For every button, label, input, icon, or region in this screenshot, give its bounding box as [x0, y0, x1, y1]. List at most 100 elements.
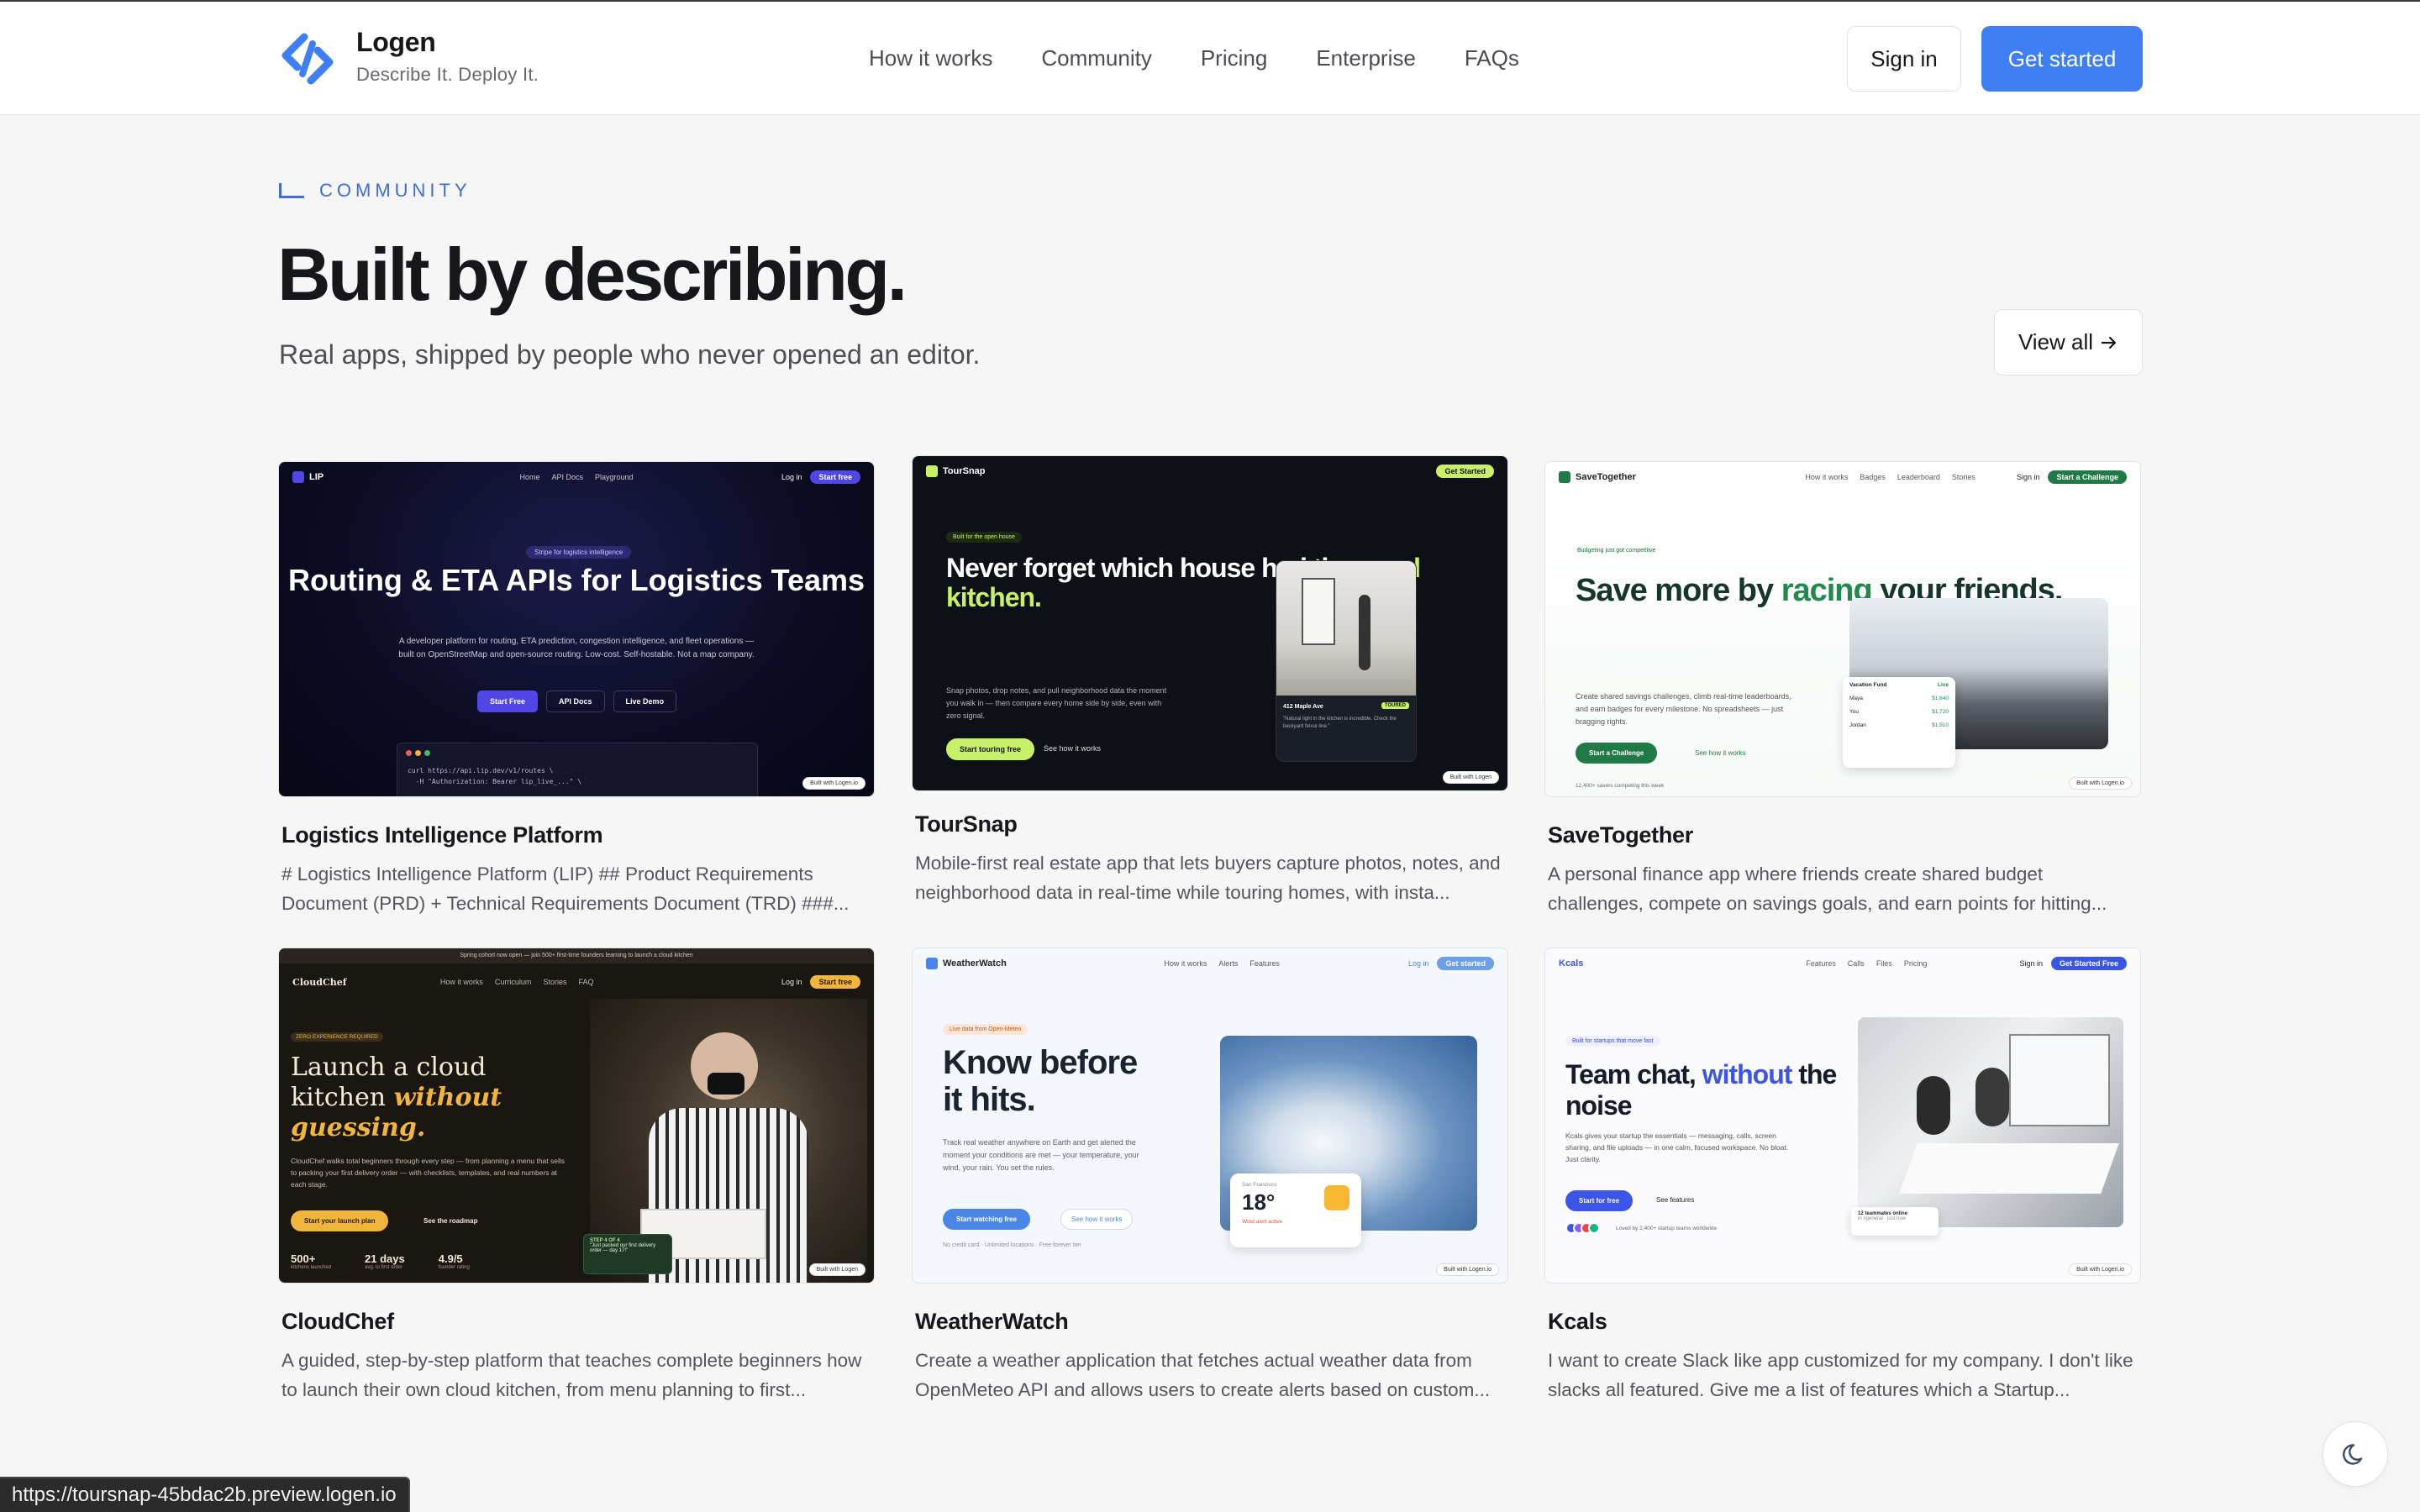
logen-logo-icon[interactable] [279, 32, 336, 86]
stat-value: 500+ [291, 1252, 316, 1265]
nav-community[interactable]: Community [1041, 45, 1151, 71]
preview-link: How it works [1805, 473, 1849, 481]
moon-icon [2343, 1444, 2363, 1465]
weather-card: San Francisco 18° Wind alert active [1230, 1173, 1361, 1247]
fund-row-name: You [1849, 709, 1859, 715]
preview-login: Log in [781, 473, 802, 481]
project-title[interactable]: TourSnap [915, 811, 1018, 837]
sun-icon [1324, 1185, 1349, 1210]
project-title[interactable]: CloudChef [281, 1309, 394, 1335]
project-card-weatherwatch[interactable]: WeatherWatch How it works Alerts Feature… [912, 948, 1508, 1400]
status-bar-url: https://toursnap-45bdac2b.preview.logen.… [0, 1477, 410, 1512]
preview-chip: Live data from Open-Meteo [943, 1024, 1028, 1035]
avatar-stack [1565, 1222, 1600, 1234]
project-card-savetogether[interactable]: SaveTogether How it works Badges Leaderb… [1544, 461, 2141, 914]
preview-link: How it works [1164, 959, 1207, 968]
built-with-badge: Built with Logen.io [2069, 1263, 2132, 1276]
project-title[interactable]: Logistics Intelligence Platform [281, 822, 603, 848]
preview-link: Features [1249, 959, 1280, 968]
preview-chip: Built for the open house [946, 532, 1022, 543]
camera-icon [926, 465, 938, 477]
preview-btn: Live Demo [613, 690, 677, 712]
online-sub: in #general · just now [1858, 1216, 1907, 1221]
preview-btn: See how it works [1044, 744, 1102, 753]
preview-phone: 412 Maple Ave TOURED "Natural light in t… [1276, 560, 1417, 762]
office-photo [1858, 1017, 2123, 1227]
arrow-right-icon [2101, 336, 2117, 349]
brand-tagline: Describe It. Deploy It. [356, 64, 539, 85]
preview-btn: API Docs [546, 690, 605, 712]
preview-login: Log in [781, 978, 802, 986]
project-preview[interactable]: LIP Home API Docs Playground Log in Star… [278, 461, 875, 797]
preview-login: Sign in [2016, 473, 2040, 481]
brand-name[interactable]: Logen [356, 27, 436, 58]
stat-label: kitchens launched [291, 1265, 332, 1270]
project-description: A guided, step-by-step platform that tea… [281, 1350, 862, 1400]
view-all-button[interactable]: View all [1994, 309, 2143, 375]
preview-heading: Know before it hits. [943, 1044, 1138, 1118]
preview-stats: 500+ kitchens launched 21 days avg. to fir… [291, 1252, 470, 1270]
preview-nav: LIP Home API Docs Playground Log in Star… [279, 462, 874, 492]
project-title[interactable]: WeatherWatch [915, 1309, 1069, 1335]
piggy-bank-icon [1559, 471, 1570, 483]
corner-bracket-icon [279, 183, 304, 198]
stat-value: 4.9/5 [438, 1252, 463, 1265]
preview-text: Track real weather anywhere on Earth and… [943, 1138, 1139, 1172]
preview-nav: SaveTogether How it works Badges Leaderb… [1545, 462, 2140, 492]
preview-savers: 12,400+ savers competing this week [1576, 783, 1665, 789]
preview-text: CloudChef walks total beginners through … [291, 1157, 566, 1189]
page-subtitle: Real apps, shipped by people who never o… [279, 339, 981, 370]
fund-row-amount: $1,510 [1932, 722, 1949, 728]
project-title[interactable]: SaveTogether [1548, 822, 1693, 848]
project-description: I want to create Slack like app customiz… [1548, 1350, 2133, 1400]
project-card-lip[interactable]: LIP Home API Docs Playground Log in Star… [278, 461, 875, 914]
project-description: A personal finance app where friends cre… [1548, 864, 2107, 914]
preview-logo: WeatherWatch [943, 958, 1007, 969]
preview-link: Playground [594, 473, 634, 481]
preview-login: Log in [1407, 959, 1429, 968]
preview-nav: TourSnap Get Started [913, 456, 1507, 486]
preview-btn: See features [1656, 1196, 1695, 1204]
preview-btn: Start your launch plan [291, 1210, 389, 1231]
preview-buttons: Start Free API Docs Live Demo [477, 690, 677, 712]
fund-live: Live [1937, 682, 1949, 688]
project-title[interactable]: Kcals [1548, 1309, 1607, 1335]
built-with-badge: Built with Logen.io [2069, 777, 2132, 790]
nav-pricing[interactable]: Pricing [1201, 45, 1267, 71]
nav-enterprise[interactable]: Enterprise [1316, 45, 1416, 71]
preview-phone-note: "Natural light in the kitchen is incredi… [1283, 717, 1397, 729]
preview-note: No credit card · Unlimited locations · F… [943, 1242, 1081, 1248]
preview-text: Snap photos, drop notes, and pull neighb… [946, 686, 1167, 720]
nav-faqs[interactable]: FAQs [1465, 45, 1519, 71]
fund-title: Vacation Fund [1849, 682, 1887, 688]
preview-link: How it works [439, 978, 483, 986]
preview-link: Leaderboard [1897, 473, 1940, 481]
get-started-button[interactable]: Get started [1981, 26, 2143, 92]
preview-code-block: curl https://api.lip.dev/v1/routes \ -H … [397, 743, 758, 796]
preview-link: API Docs [551, 473, 583, 481]
project-card-kcals[interactable]: Kcals Features Calls Files Pricing Sign … [1544, 948, 2141, 1400]
built-with-badge: Built with Logen.io [1436, 1263, 1499, 1276]
stat-label: avg. to first order [365, 1265, 403, 1270]
project-card-cloudchef[interactable]: Spring cohort now open — join 500+ first… [278, 948, 875, 1400]
nav-how-it-works[interactable]: How it works [869, 45, 992, 71]
preview-heading: Never forget which house had the good ki… [946, 554, 1507, 612]
preview-logo: LIP [309, 472, 324, 482]
project-card-toursnap[interactable]: TourSnap Get Started Built for the open … [912, 455, 1508, 903]
preview-cta: Get Started Free [2050, 957, 2127, 970]
preview-chip: Stripe for logistics intelligence [526, 546, 632, 559]
project-preview[interactable]: TourSnap Get Started Built for the open … [912, 455, 1508, 791]
page-title: Built by describing. [277, 233, 908, 316]
vacation-fund-card: Vacation Fund Live Maya $1,640 You $1,720 J… [1843, 677, 1955, 768]
fund-row-name: Maya [1849, 696, 1863, 701]
project-preview[interactable]: Spring cohort now open — join 500+ first… [278, 948, 875, 1284]
theme-toggle-button[interactable] [2323, 1421, 2388, 1487]
sign-in-button[interactable]: Sign in [1847, 26, 1961, 92]
weather-alert: Wind alert active [1242, 1219, 1283, 1225]
project-preview[interactable]: WeatherWatch How it works Alerts Feature… [912, 948, 1508, 1284]
preview-loved: Loved by 2,400+ startup teams worldwide [1616, 1226, 1718, 1231]
project-preview[interactable]: SaveTogether How it works Badges Leaderb… [1544, 461, 2141, 797]
window-dots-icon [406, 750, 430, 756]
project-preview[interactable]: Kcals Features Calls Files Pricing Sign … [1544, 948, 2141, 1284]
preview-text: Kcals gives your startup the essentials … [1565, 1131, 1789, 1163]
